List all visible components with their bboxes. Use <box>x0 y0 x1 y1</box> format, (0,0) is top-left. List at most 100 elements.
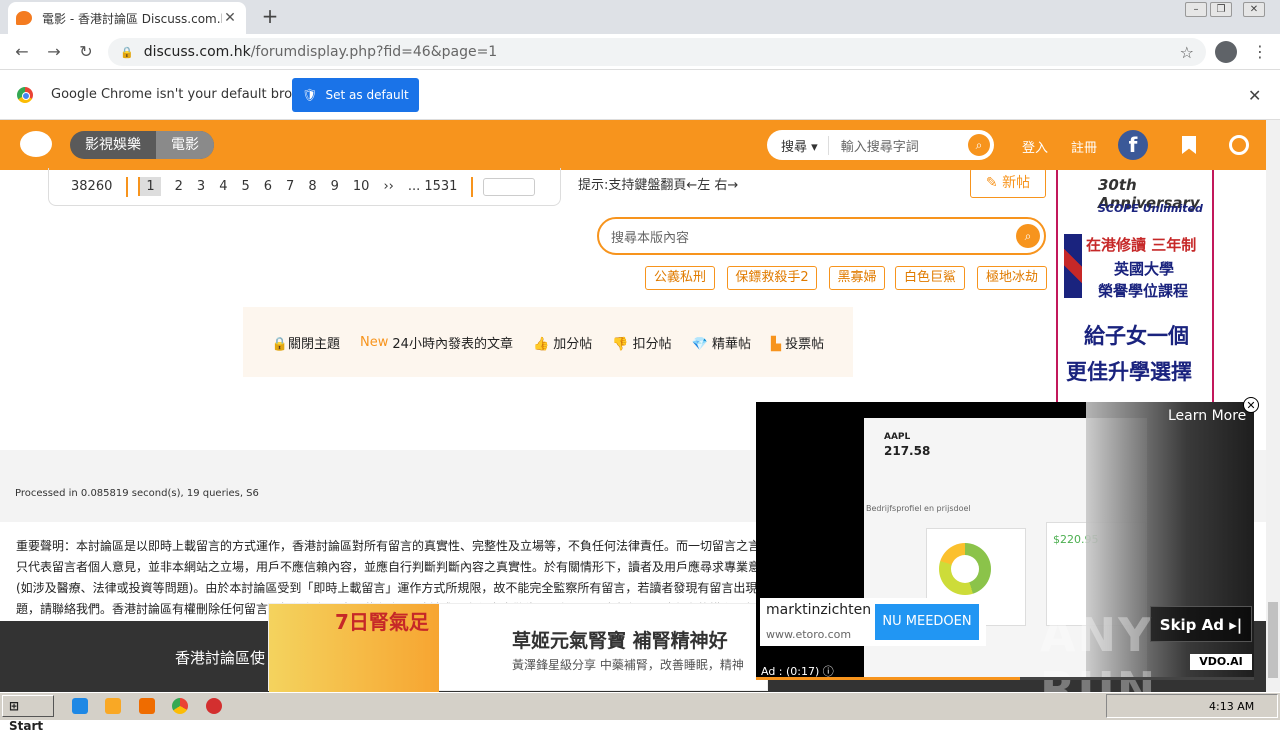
address-bar[interactable]: 🔒 discuss.com.hk/forumdisplay.php?fid=46… <box>108 38 1206 66</box>
infobar-close-icon[interactable]: ✕ <box>1248 86 1261 105</box>
breadcrumb-category[interactable]: 影視娛樂 <box>70 131 156 159</box>
ad-image: 7日腎氣足 <box>269 604 439 692</box>
minimize-icon[interactable]: – <box>1185 2 1207 17</box>
advertiser-url: www.etoro.com <box>766 628 852 641</box>
ad-line: 英國大學 <box>1114 260 1175 278</box>
page-link[interactable]: 3 <box>197 179 205 194</box>
explorer-icon[interactable] <box>105 698 121 714</box>
processing-stats: Processed in 0.085819 second(s), 19 quer… <box>15 488 259 499</box>
page-link[interactable]: 6 <box>264 179 272 194</box>
ad-line: 在港修讀 三年制 <box>1086 236 1197 254</box>
video-subtitle: Bedrijfsprofiel en prijsdoel <box>866 504 971 513</box>
page-link[interactable]: 4 <box>219 179 227 194</box>
site-search-input[interactable]: 輸入搜尋字詞 <box>841 136 968 155</box>
pager-divider <box>471 176 474 197</box>
pager-divider <box>126 176 129 197</box>
advertiser-card[interactable]: marktinzichten www.etoro.com NU MEEDOEN <box>760 598 986 646</box>
tag-link[interactable]: 保鏢救殺手2 <box>727 266 817 290</box>
page-link-current[interactable]: 1 <box>138 177 161 196</box>
lock-icon: 🔒 <box>120 45 134 59</box>
search-scope-select[interactable]: 搜尋 ▾ <box>781 135 829 155</box>
login-link[interactable]: 登入 <box>1022 137 1048 156</box>
search-icon[interactable]: ⌕ <box>1016 224 1040 248</box>
filter-recent[interactable]: 24小時內發表的文章 <box>392 333 513 352</box>
ad-line: 榮譽學位課程 <box>1098 282 1189 300</box>
last-page-link[interactable]: ... 1531 <box>408 179 458 194</box>
page-link[interactable]: 5 <box>241 179 249 194</box>
window-close-icon[interactable]: ✕ <box>1243 2 1265 17</box>
antivirus-icon[interactable] <box>206 698 222 714</box>
ad-subtext: 黃澤鋒星級分享 中藥補腎，改善睡眠，精神 <box>512 658 744 672</box>
forum-search-input[interactable]: 搜尋本版內容 <box>611 227 1016 246</box>
breadcrumb-forum[interactable]: 電影 <box>156 131 214 159</box>
url-text: discuss.com.hk/forumdisplay.php?fid=46&p… <box>143 44 498 60</box>
ad-headline: 草姬元氣腎寶 補腎精神好 <box>512 630 728 652</box>
tag-link[interactable]: 黑寡婦 <box>829 266 885 290</box>
new-tab-icon[interactable]: + <box>258 4 282 28</box>
ad-headline: 給子女一個 <box>1084 324 1189 348</box>
gem-icon: 💎 <box>691 336 708 352</box>
ad-badge: 7日腎氣足 <box>335 610 429 634</box>
chrome-menu-icon[interactable]: ⋮ <box>1252 40 1268 64</box>
new-post-button[interactable]: ✎ 新帖 <box>970 168 1046 198</box>
scrollbar-thumb[interactable] <box>1268 602 1278 678</box>
infobar-message: Google Chrome isn't your default browser <box>51 87 323 102</box>
ticker-label: AAPL <box>884 432 911 442</box>
forward-icon[interactable]: → <box>42 40 66 64</box>
tab-close-icon[interactable]: ✕ <box>222 10 238 26</box>
bottom-banner-ad[interactable]: 7日腎氣足 草姬元氣腎寶 補腎精神好 黃澤鋒星級分享 中藥補腎，改善睡眠，精神 <box>268 603 768 692</box>
video-close-icon[interactable]: ✕ <box>1243 397 1259 413</box>
profile-avatar-icon[interactable] <box>1215 41 1237 63</box>
price-label: 217.58 <box>884 444 931 458</box>
page-link[interactable]: 10 <box>353 179 370 194</box>
filter-digest[interactable]: 💎 精華帖 <box>692 333 751 352</box>
shield-icon: 🛡 <box>302 88 318 102</box>
ad-headline: 更佳升學選擇 <box>1066 360 1192 384</box>
sidebar-ad[interactable]: 30th Anniversary SCOPE Unlimited 在港修讀 三年… <box>1056 170 1214 402</box>
page-jump-input[interactable] <box>483 177 536 196</box>
media-player-icon[interactable] <box>139 698 155 714</box>
ie-icon[interactable] <box>72 698 88 714</box>
tag-link[interactable]: 公義私刑 <box>645 266 715 290</box>
chrome-taskbar-icon[interactable] <box>172 698 188 714</box>
donut-chart-icon <box>939 543 991 595</box>
thumbs-down-icon: 👎 <box>612 336 629 352</box>
vdoai-logo: VDO.AI <box>1190 654 1252 670</box>
filter-closed[interactable]: 🔒關閉主題 <box>272 333 340 352</box>
advertiser-name: marktinzichten <box>766 602 872 618</box>
start-button[interactable]: ⊞ Start <box>2 695 54 733</box>
back-icon[interactable]: ← <box>10 40 34 64</box>
skip-ad-button[interactable]: Skip Ad ▸| <box>1150 606 1252 642</box>
restore-icon[interactable]: ❐ <box>1210 2 1232 17</box>
facebook-icon[interactable]: f <box>1118 130 1148 160</box>
tag-link[interactable]: 極地冰劫 <box>977 266 1047 290</box>
tab-title: 電影 - 香港討論區 Discuss.com.hk - <box>42 11 222 26</box>
register-link[interactable]: 註冊 <box>1071 137 1097 156</box>
page-link[interactable]: 8 <box>308 179 316 194</box>
page-link[interactable]: 9 <box>331 179 339 194</box>
cta-button[interactable]: NU MEEDOEN <box>875 604 979 640</box>
filter-poll[interactable]: ▙ 投票帖 <box>771 333 824 352</box>
bookmark-star-icon[interactable]: ☆ <box>1180 43 1194 62</box>
ad-progress-fill <box>756 677 1020 680</box>
thread-filter-bar: 🔒關閉主題 New 24小時內發表的文章 👍 加分帖 👎 扣分帖 💎 精華帖 ▙… <box>243 307 853 377</box>
filter-minus[interactable]: 👎 扣分帖 <box>612 333 671 352</box>
set-as-default-button[interactable]: 🛡 Set as default <box>292 78 419 112</box>
breadcrumb: 影視娛樂 電影 <box>70 131 214 159</box>
search-icon[interactable]: ⌕ <box>968 134 990 156</box>
browser-tab[interactable]: 電影 - 香港討論區 Discuss.com.hk - ✕ <box>8 2 246 34</box>
filter-plus[interactable]: 👍 加分帖 <box>533 333 592 352</box>
tag-link[interactable]: 白色巨鯊 <box>895 266 965 290</box>
thread-total: 38260 <box>71 179 113 194</box>
page-link[interactable]: 7 <box>286 179 294 194</box>
reload-icon[interactable]: ↻ <box>74 40 98 64</box>
learn-more-link[interactable]: Learn More <box>1168 408 1246 424</box>
history-clock-icon[interactable] <box>1229 135 1249 155</box>
discuss-logo-icon[interactable] <box>20 131 52 157</box>
page-link[interactable]: 2 <box>175 179 183 194</box>
next-pages-link[interactable]: ›› <box>383 179 393 194</box>
set-as-default-label: Set as default <box>325 88 409 102</box>
ad-brand: SCOPE Unlimited <box>1098 202 1203 215</box>
footer-text: 香港討論區使 <box>175 649 266 667</box>
poll-icon: ▙ <box>770 336 781 352</box>
